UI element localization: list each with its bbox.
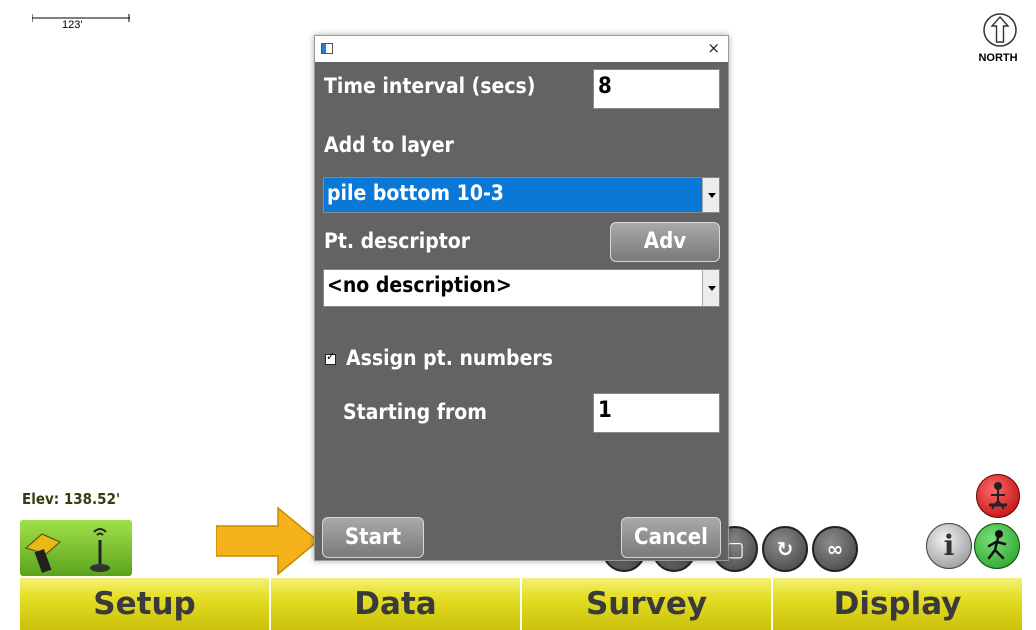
continuous-icon[interactable]: ∞ <box>812 526 858 572</box>
layer-select-value: pile bottom 10-3 <box>327 181 504 205</box>
stop-survey-button[interactable] <box>976 474 1020 518</box>
time-interval-input[interactable]: 8 <box>593 69 720 109</box>
north-label: NORTH <box>978 52 1018 64</box>
chevron-down-icon[interactable] <box>702 270 719 306</box>
walk-mode-button[interactable] <box>974 523 1020 569</box>
elevation-readout: Elev: 138.52' <box>22 490 121 508</box>
dialog-titlebar: × <box>315 36 728 62</box>
nav-display[interactable]: Display <box>773 578 1022 630</box>
nav-setup[interactable]: Setup <box>20 578 271 630</box>
pt-descriptor-label: Pt. descriptor <box>324 229 471 253</box>
descriptor-select[interactable]: <no description> <box>323 269 720 307</box>
cancel-button[interactable]: Cancel <box>621 517 721 558</box>
layer-select[interactable]: pile bottom 10-3 <box>323 177 720 213</box>
gps-status-button[interactable] <box>20 520 132 576</box>
adv-button[interactable]: Adv <box>610 222 720 262</box>
bottom-nav: Setup Data Survey Display <box>20 578 1022 630</box>
nav-data[interactable]: Data <box>271 578 522 630</box>
starting-from-label: Starting from <box>343 400 487 424</box>
assign-pt-numbers-label: Assign pt. numbers <box>346 346 553 370</box>
assign-pt-numbers-checkbox[interactable] <box>325 350 336 365</box>
descriptor-select-value: <no description> <box>327 273 512 297</box>
info-icon[interactable]: i <box>926 523 972 569</box>
pointer-arrow <box>216 506 320 576</box>
starting-from-input[interactable]: 1 <box>593 393 720 433</box>
nav-survey[interactable]: Survey <box>522 578 773 630</box>
scale-label: 123' <box>62 19 83 31</box>
chevron-down-icon[interactable] <box>702 178 719 212</box>
close-icon[interactable]: × <box>707 39 720 57</box>
auto-collect-dialog: × Time interval (secs) 8 Add to layer pi… <box>314 35 729 561</box>
window-icon <box>321 43 333 54</box>
receiver-icon <box>24 528 110 574</box>
time-interval-label: Time interval (secs) <box>324 74 536 98</box>
refresh-icon[interactable]: ↻ <box>762 526 808 572</box>
start-button[interactable]: Start <box>322 517 424 558</box>
stop-person-icon <box>989 482 1007 510</box>
walking-person-icon <box>987 530 1007 560</box>
add-to-layer-label: Add to layer <box>324 133 454 157</box>
